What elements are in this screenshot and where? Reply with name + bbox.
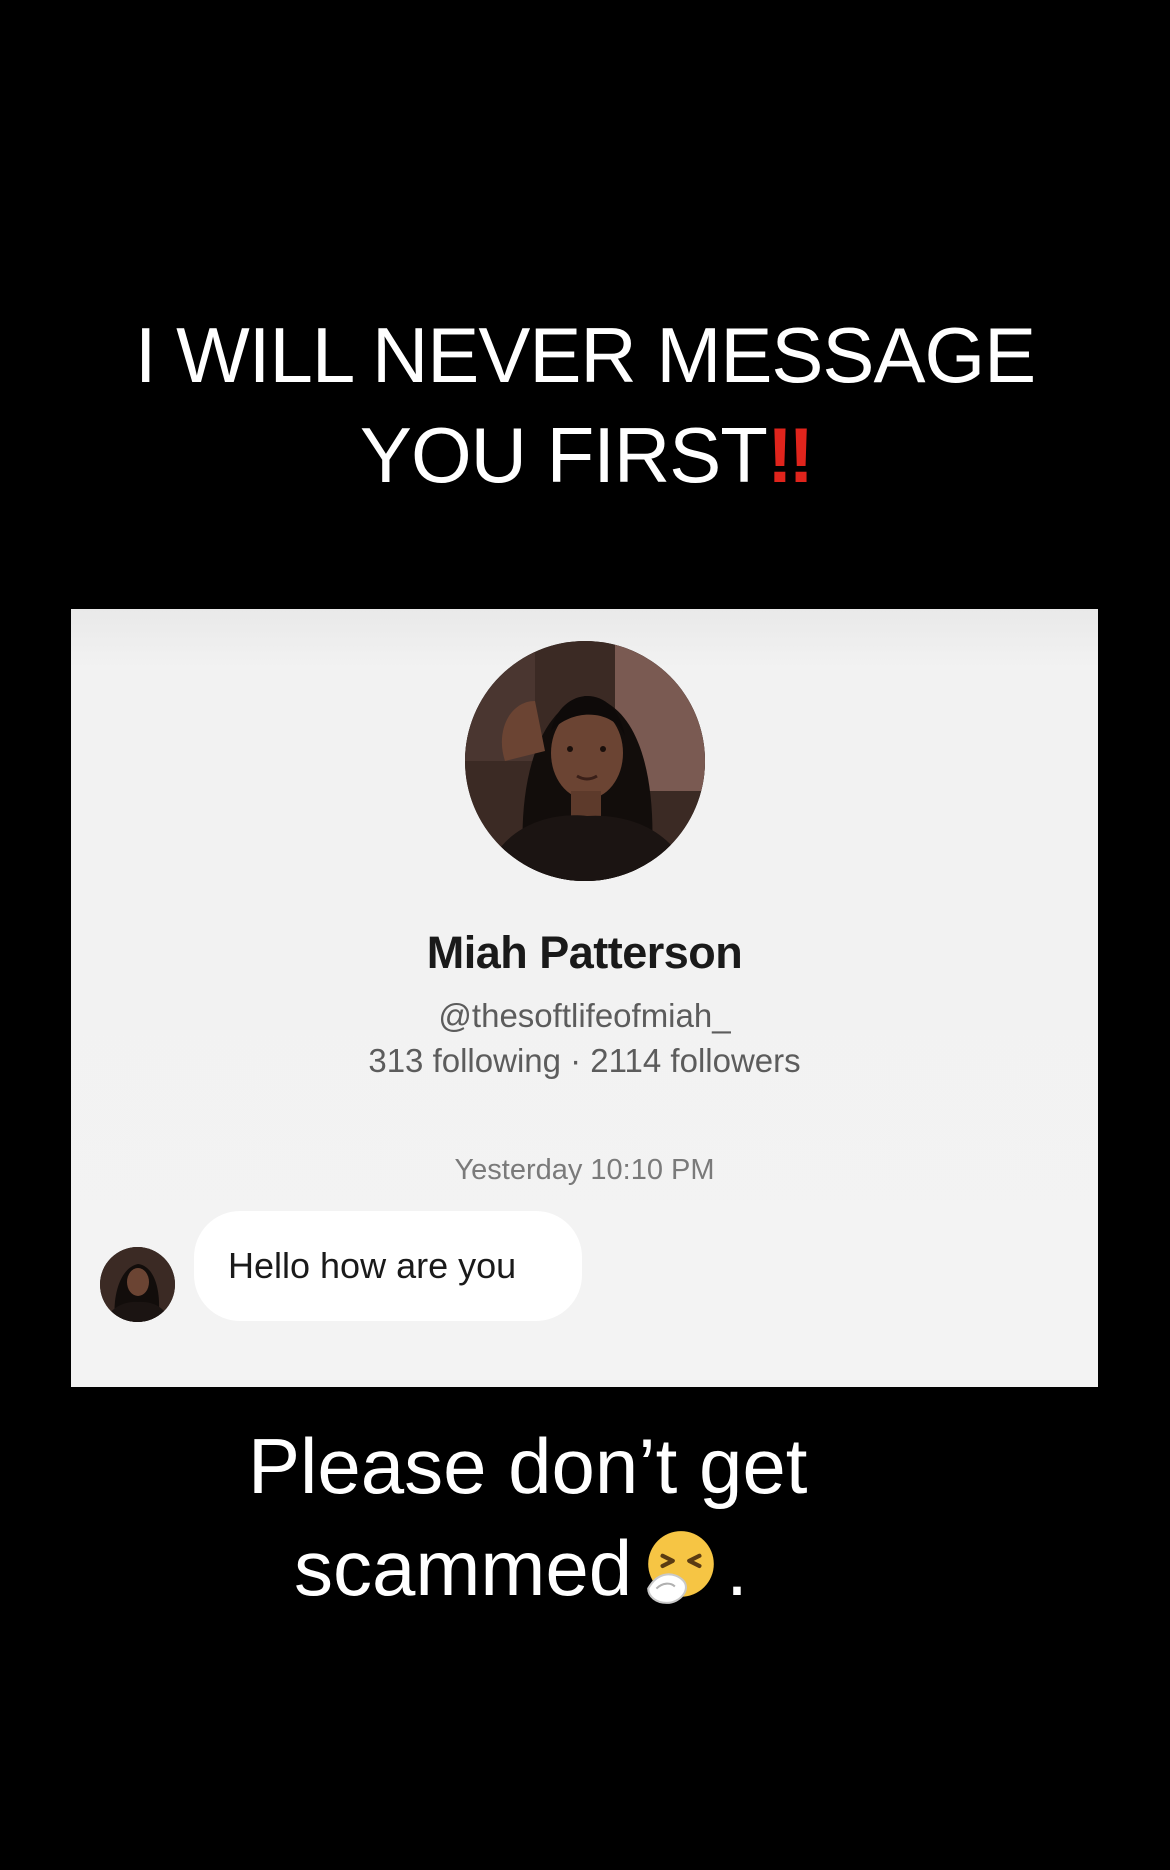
dm-screenshot-card: Miah Patterson @thesoftlifeofmiah_ 313 f… <box>71 609 1098 1387</box>
message-timestamp: Yesterday 10:10 PM <box>454 1154 715 1186</box>
profile-stats: 313 following · 2114 followers <box>368 1042 801 1079</box>
headline-line-2-text: YOU FIRST <box>359 411 768 499</box>
message-bubble[interactable]: Hello how are you <box>194 1211 582 1321</box>
headline-overlay: I WILL NEVER MESSAGE YOU FIRST‼ <box>0 305 1170 505</box>
caption-line-2-text: scammed <box>294 1524 633 1612</box>
profile-name: Miah Patterson <box>426 927 743 978</box>
headline-line-1: I WILL NEVER MESSAGE <box>134 311 1036 399</box>
message-text: Hello how are you <box>228 1245 517 1286</box>
caption-line-2: scammed . <box>294 1517 748 1619</box>
profile-avatar[interactable] <box>465 641 705 881</box>
sender-avatar[interactable] <box>100 1247 175 1322</box>
sender-photo <box>100 1247 175 1322</box>
caption-period: . <box>726 1524 748 1612</box>
sneezing-face-icon <box>640 1525 722 1607</box>
profile-handle: @thesoftlifeofmiah_ <box>438 997 731 1034</box>
headline-line-2: YOU FIRST‼ <box>0 405 1170 505</box>
caption-line-1: Please don’t get <box>248 1422 808 1510</box>
double-exclamation-icon: ‼ <box>766 411 814 499</box>
profile-photo <box>465 641 705 881</box>
